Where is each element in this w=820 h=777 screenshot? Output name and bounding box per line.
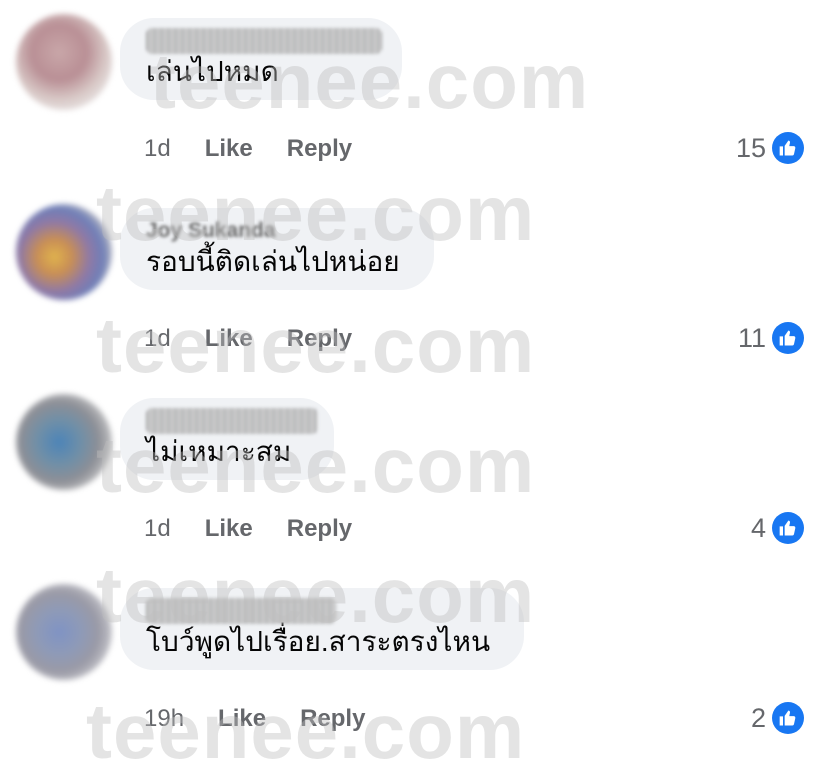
commenter-name[interactable] <box>146 408 318 434</box>
comment-text: ไม่เหมาะสม <box>146 436 292 467</box>
like-icon <box>772 512 804 544</box>
avatar[interactable] <box>16 204 112 300</box>
reply-button[interactable]: Reply <box>287 135 352 163</box>
reaction-summary[interactable]: 2 <box>751 700 804 736</box>
reaction-count: 4 <box>750 512 766 543</box>
comment-bubble: ไม่เหมาะสม <box>120 398 334 480</box>
comment-item: ไม่เหมาะสม 1d Like Reply 4 <box>0 380 820 570</box>
comment-timestamp[interactable]: 1d <box>144 135 171 163</box>
comment-text: โบว์พูดไปเรื่อย.สาระตรงไหน <box>146 626 491 657</box>
like-button[interactable]: Like <box>205 515 253 543</box>
like-button[interactable]: Like <box>205 325 253 353</box>
comment-bubble: โบว์พูดไปเรื่อย.สาระตรงไหน <box>120 588 524 670</box>
like-icon <box>772 702 804 734</box>
comment-timestamp[interactable]: 1d <box>144 515 171 543</box>
avatar[interactable] <box>16 394 112 490</box>
reaction-count: 11 <box>737 322 766 353</box>
like-icon <box>772 322 804 354</box>
avatar[interactable] <box>16 584 112 680</box>
comment-actions: 1d Like Reply <box>144 132 386 166</box>
comment-text: รอบนี้ติดเล่นไปหน่อย <box>146 246 400 277</box>
commenter-name[interactable]: Joy Sukanda <box>146 218 408 244</box>
commenter-name[interactable] <box>146 598 336 624</box>
comment-item: เล่นไปหมด 1d Like Reply 15 <box>0 0 820 190</box>
comment-actions: 1d Like Reply <box>144 512 386 546</box>
comment-timestamp[interactable]: 1d <box>144 325 171 353</box>
reply-button[interactable]: Reply <box>287 325 352 353</box>
comment-item: Joy Sukanda รอบนี้ติดเล่นไปหน่อย 1d Like… <box>0 190 820 380</box>
commenter-name[interactable] <box>146 28 382 54</box>
reaction-summary[interactable]: 11 <box>738 320 804 356</box>
like-button[interactable]: Like <box>205 135 253 163</box>
avatar[interactable] <box>16 14 112 110</box>
reply-button[interactable]: Reply <box>300 705 365 733</box>
comment-timestamp[interactable]: 19h <box>144 705 184 733</box>
reaction-count: 15 <box>735 132 766 163</box>
comment-item: โบว์พูดไปเรื่อย.สาระตรงไหน 19h Like Repl… <box>0 570 820 760</box>
comment-text: เล่นไปหมด <box>146 56 279 87</box>
reaction-summary[interactable]: 4 <box>751 510 804 546</box>
like-icon <box>772 132 804 164</box>
like-button[interactable]: Like <box>218 705 266 733</box>
comment-actions: 19h Like Reply <box>144 702 399 736</box>
comment-actions: 1d Like Reply <box>144 322 386 356</box>
comment-bubble: Joy Sukanda รอบนี้ติดเล่นไปหน่อย <box>120 208 434 290</box>
comment-bubble: เล่นไปหมด <box>120 18 402 100</box>
reaction-summary[interactable]: 15 <box>736 130 804 166</box>
reply-button[interactable]: Reply <box>287 515 352 543</box>
reaction-count: 2 <box>750 702 766 733</box>
